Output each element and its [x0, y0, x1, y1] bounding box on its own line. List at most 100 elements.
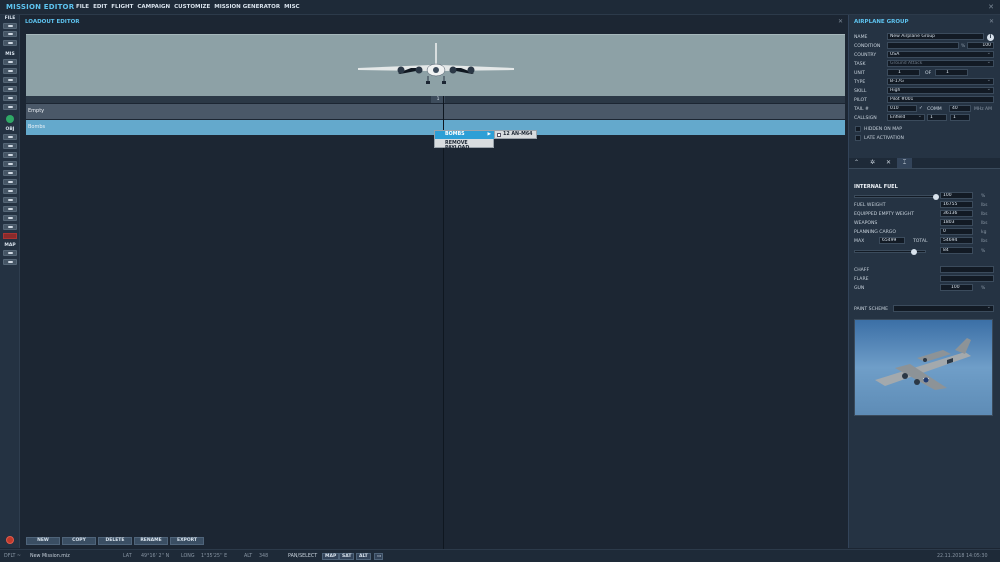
callsign-number-2[interactable]: 1 [950, 114, 970, 121]
fuel-percent-field[interactable]: 100 [940, 192, 973, 199]
toolbar-airplane-button[interactable] [3, 134, 17, 140]
toolbar-mis-label: MIS [5, 52, 15, 57]
type-dropdown[interactable]: B-17G [887, 78, 994, 85]
total-weight-unit: lbs [981, 239, 988, 244]
paint-scheme-dropdown[interactable] [893, 305, 994, 312]
toolbar-delete-button[interactable] [3, 215, 17, 221]
total-weight-value: 54694 [940, 237, 973, 244]
planning-cargo-field[interactable]: 0 [940, 228, 973, 235]
toolbar-group-button[interactable] [3, 224, 17, 230]
context-menu-bombs[interactable]: BOMBS ▶ [435, 131, 495, 139]
chaff-stepper[interactable] [940, 266, 994, 273]
fuel-slider-knob[interactable] [933, 194, 939, 200]
gun-stepper[interactable]: 100 [940, 284, 973, 291]
unit-stepper[interactable]: 1 [887, 69, 920, 76]
hidden-on-map-label: HIDDEN ON MAP [864, 127, 903, 132]
menu-mission-generator[interactable]: MISSION GENERATOR [214, 4, 280, 10]
tab-targets-icon[interactable]: ✕ [881, 158, 896, 168]
rename-button[interactable]: RENAME [134, 537, 168, 545]
tab-triggered-actions-icon[interactable]: ✲ [865, 158, 880, 168]
loadout-row-label: Empty [28, 108, 45, 114]
toolbar-triggers-button[interactable] [3, 86, 17, 92]
submenu-arrow-icon: ▶ [487, 132, 491, 137]
map-view-button[interactable]: MAP [322, 553, 340, 560]
toolbar-tools-button[interactable] [3, 104, 17, 110]
paint-scheme-label: PAINT SCHEME [854, 307, 889, 312]
tab-payload-icon[interactable]: ⌶ [897, 158, 912, 168]
panel-close-icon[interactable]: ✕ [989, 18, 994, 25]
menu-edit[interactable]: EDIT [93, 4, 107, 10]
menu-customize[interactable]: CUSTOMIZE [174, 4, 210, 10]
menu-flight[interactable]: FLIGHT [111, 4, 133, 10]
toolbar-nav-button[interactable] [3, 188, 17, 194]
condition-value[interactable]: 100 [967, 42, 994, 49]
toolbar-exit-icon[interactable] [6, 536, 14, 544]
tab-route-icon[interactable]: ⌃ [849, 158, 864, 168]
toolbar-zone-button[interactable] [3, 179, 17, 185]
alt-view-button[interactable]: ALT [356, 553, 371, 560]
toolbar-template-button[interactable] [3, 197, 17, 203]
tail-number-field[interactable]: 010 [887, 105, 917, 112]
toolbar-save-file-button[interactable] [3, 40, 17, 46]
callsign-dropdown[interactable]: Enfield [887, 114, 925, 121]
loadout-editor-title: LOADOUT EDITOR [25, 19, 80, 25]
name-field[interactable]: New Airplane Group [887, 33, 984, 40]
submenu-item-an-m64[interactable]: 12 AN-M64 [503, 132, 533, 137]
condition-slider-field[interactable] [887, 42, 959, 49]
info-icon[interactable]: i [987, 34, 994, 41]
context-menu-remove-payload[interactable]: REMOVE PAYLOAD [445, 141, 493, 151]
skill-dropdown[interactable]: High [887, 87, 994, 94]
hidden-on-map-checkbox[interactable] [855, 126, 861, 132]
toolbar-ruler-button[interactable] [3, 259, 17, 265]
delete-button[interactable]: DELETE [98, 537, 132, 545]
payload-context-menu: BOMBS ▶ REMOVE PAYLOAD [434, 130, 495, 151]
camera-icon[interactable]: ▭ [374, 553, 383, 560]
toolbar-warehouse-button[interactable] [3, 206, 17, 212]
toolbar-briefing-button[interactable] [3, 59, 17, 65]
left-toolbar: FILE MIS OBJ MAP [0, 15, 20, 548]
toolbar-new-file-button[interactable] [3, 23, 17, 29]
of-stepper[interactable]: 1 [935, 69, 968, 76]
toolbar-open-file-button[interactable] [3, 31, 17, 37]
comm-frequency-field[interactable]: 40 [949, 105, 971, 112]
callsign-number-1[interactable]: 1 [927, 114, 947, 121]
pilot-field[interactable]: Pilot #001 [887, 96, 994, 103]
toolbar-fly-icon[interactable] [6, 115, 14, 123]
fuel-weight-value: 16755 [940, 201, 973, 208]
status-mission-file: New Mission.miz [30, 554, 70, 559]
toolbar-resource-button[interactable] [3, 95, 17, 101]
flare-stepper[interactable] [940, 275, 994, 282]
loadout-row-empty[interactable]: Empty [26, 104, 845, 119]
bombs-submenu: 12 AN-M64 [494, 130, 537, 139]
close-icon[interactable]: ✕ [988, 3, 994, 11]
status-lat-value: 49°16' 2'' N [141, 554, 170, 559]
copy-button[interactable]: COPY [62, 537, 96, 545]
planning-cargo-unit: kg [981, 230, 987, 235]
status-dflt[interactable]: DFLT ~ [4, 554, 21, 559]
menu-misc[interactable]: MISC [284, 4, 300, 10]
fuel-slider[interactable] [854, 195, 936, 198]
task-dropdown[interactable]: Ground Attack [887, 60, 994, 67]
airplane-group-title: AIRPLANE GROUP [854, 19, 909, 25]
late-activation-checkbox[interactable] [855, 135, 861, 141]
comm-check-icon[interactable]: ✓ [919, 106, 923, 111]
new-button[interactable]: NEW [26, 537, 60, 545]
submenu-item-checkbox[interactable] [497, 133, 501, 137]
country-dropdown[interactable]: USA [887, 51, 994, 58]
toolbar-goals-button[interactable] [3, 77, 17, 83]
toolbar-red-coalition-button[interactable] [3, 233, 17, 239]
toolbar-helicopter-button[interactable] [3, 143, 17, 149]
toolbar-weather-button[interactable] [3, 68, 17, 74]
loadout-close-icon[interactable]: ✕ [838, 18, 843, 25]
menu-campaign[interactable]: CAMPAIGN [137, 4, 170, 10]
toolbar-ground-button[interactable] [3, 152, 17, 158]
equipped-empty-weight-unit: lbs [981, 212, 988, 217]
export-button[interactable]: EXPORT [170, 537, 204, 545]
comm-label: COMM [927, 107, 942, 112]
sat-view-button[interactable]: SAT [339, 553, 355, 560]
menu-file[interactable]: FILE [76, 4, 89, 10]
toolbar-ship-button[interactable] [3, 161, 17, 167]
context-menu-bombs-label: BOMBS [445, 132, 465, 137]
toolbar-map-options-button[interactable] [3, 250, 17, 256]
toolbar-static-button[interactable] [3, 170, 17, 176]
